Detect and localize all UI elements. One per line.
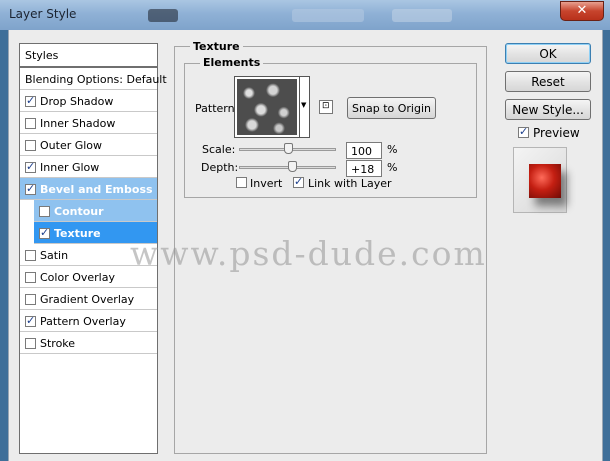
pattern-picker[interactable] [234, 76, 300, 138]
pattern-dropdown[interactable]: ▼ [300, 76, 310, 138]
invert-checkbox[interactable] [236, 177, 247, 188]
style-checkbox[interactable] [25, 338, 36, 349]
ok-button[interactable]: OK [505, 43, 591, 64]
style-checkbox[interactable]: ✓ [25, 94, 36, 107]
style-list-label: Texture [54, 227, 101, 240]
style-list-item[interactable]: Inner Shadow [20, 112, 157, 134]
texture-group-title: Texture [190, 40, 243, 53]
style-checkbox[interactable] [25, 250, 36, 261]
checkmark-icon: ✓ [294, 175, 304, 188]
scale-value: 100 [351, 145, 372, 158]
style-list-item[interactable]: ✓ Bevel and Emboss [20, 178, 157, 200]
pattern-label: Pattern: [195, 102, 239, 115]
depth-label: Depth: [201, 161, 239, 174]
style-list-label: Outer Glow [40, 139, 103, 152]
style-list-item[interactable]: ✓ Drop Shadow [20, 90, 157, 112]
style-checkbox[interactable] [25, 140, 36, 151]
watermark-text: www.psd-dude.com [130, 234, 487, 273]
style-checkbox[interactable]: ✓ [25, 314, 36, 327]
new-preset-icon: ⊡ [322, 101, 330, 111]
close-button[interactable]: ✕ [560, 1, 604, 21]
titlebar-blur [292, 9, 364, 22]
style-list-item[interactable]: Outer Glow [20, 134, 157, 156]
new-style-button[interactable]: New Style... [505, 99, 591, 120]
style-list-label: Gradient Overlay [40, 293, 135, 306]
style-list-item[interactable]: Stroke [20, 332, 157, 354]
reset-button[interactable]: Reset [505, 71, 591, 92]
link-with-layer-label: Link with Layer [308, 177, 392, 190]
titlebar-blur [148, 9, 178, 22]
elements-group-title: Elements [200, 56, 264, 69]
style-list-label: Drop Shadow [40, 95, 114, 108]
title-bar[interactable]: Layer Style ✕ [0, 0, 610, 30]
preview-swatch [529, 164, 561, 198]
checkmark-icon: ✓ [26, 160, 36, 173]
snap-to-origin-label: Snap to Origin [352, 102, 431, 115]
style-list-label: Color Overlay [40, 271, 115, 284]
preview-checkbox[interactable]: ✓ [518, 125, 529, 138]
pattern-thumbnail [237, 79, 297, 135]
depth-input[interactable]: +18 [346, 160, 382, 177]
scale-input[interactable]: 100 [346, 142, 382, 159]
style-checkbox[interactable] [39, 206, 50, 217]
depth-slider-thumb[interactable] [288, 161, 298, 172]
new-preset-button[interactable]: ⊡ [319, 100, 333, 114]
scale-slider-thumb[interactable] [283, 143, 293, 154]
style-checkbox[interactable]: ✓ [39, 226, 50, 239]
reset-label: Reset [531, 75, 565, 89]
scale-unit: % [387, 143, 398, 156]
style-list-label: Inner Glow [40, 161, 100, 174]
style-preview [513, 147, 567, 213]
depth-value: +18 [351, 163, 375, 176]
styles-header[interactable]: Styles [19, 43, 158, 67]
preview-label: Preview [533, 126, 580, 140]
style-list-item[interactable]: Blending Options: Default [20, 68, 167, 90]
style-list-item[interactable]: ✓ Inner Glow [20, 156, 157, 178]
invert-label: Invert [250, 177, 283, 190]
style-checkbox[interactable] [25, 294, 36, 305]
style-list-label: Contour [54, 205, 104, 218]
style-list-item[interactable]: ✓ Pattern Overlay [20, 310, 157, 332]
close-icon: ✕ [576, 3, 588, 18]
style-checkbox[interactable] [25, 272, 36, 283]
style-list-item[interactable]: Contour [34, 200, 157, 222]
titlebar-blur [392, 9, 452, 22]
style-list-label: Inner Shadow [40, 117, 116, 130]
checkmark-icon: ✓ [26, 94, 36, 107]
style-checkbox[interactable]: ✓ [25, 160, 36, 173]
style-list-label: Pattern Overlay [40, 315, 126, 328]
style-checkbox[interactable] [25, 118, 36, 129]
style-list-label: Bevel and Emboss [40, 183, 153, 196]
snap-to-origin-button[interactable]: Snap to Origin [347, 97, 436, 119]
style-checkbox[interactable]: ✓ [25, 182, 36, 195]
checkmark-icon: ✓ [40, 226, 50, 239]
style-list-label: Blending Options: Default [25, 73, 167, 86]
ok-label: OK [539, 47, 557, 61]
checkmark-icon: ✓ [519, 125, 529, 138]
style-list-label: Stroke [40, 337, 76, 350]
style-list-item[interactable]: Gradient Overlay [20, 288, 157, 310]
window-title: Layer Style [9, 7, 77, 21]
styles-header-label: Styles [25, 49, 59, 62]
checkmark-icon: ✓ [26, 314, 36, 327]
checkmark-icon: ✓ [26, 182, 36, 195]
link-with-layer-checkbox[interactable]: ✓ [293, 175, 304, 188]
style-list-label: Satin [40, 249, 69, 262]
scale-label: Scale: [202, 143, 236, 156]
depth-unit: % [387, 161, 398, 174]
chevron-down-icon: ▼ [301, 101, 307, 109]
new-style-label: New Style... [512, 103, 584, 117]
